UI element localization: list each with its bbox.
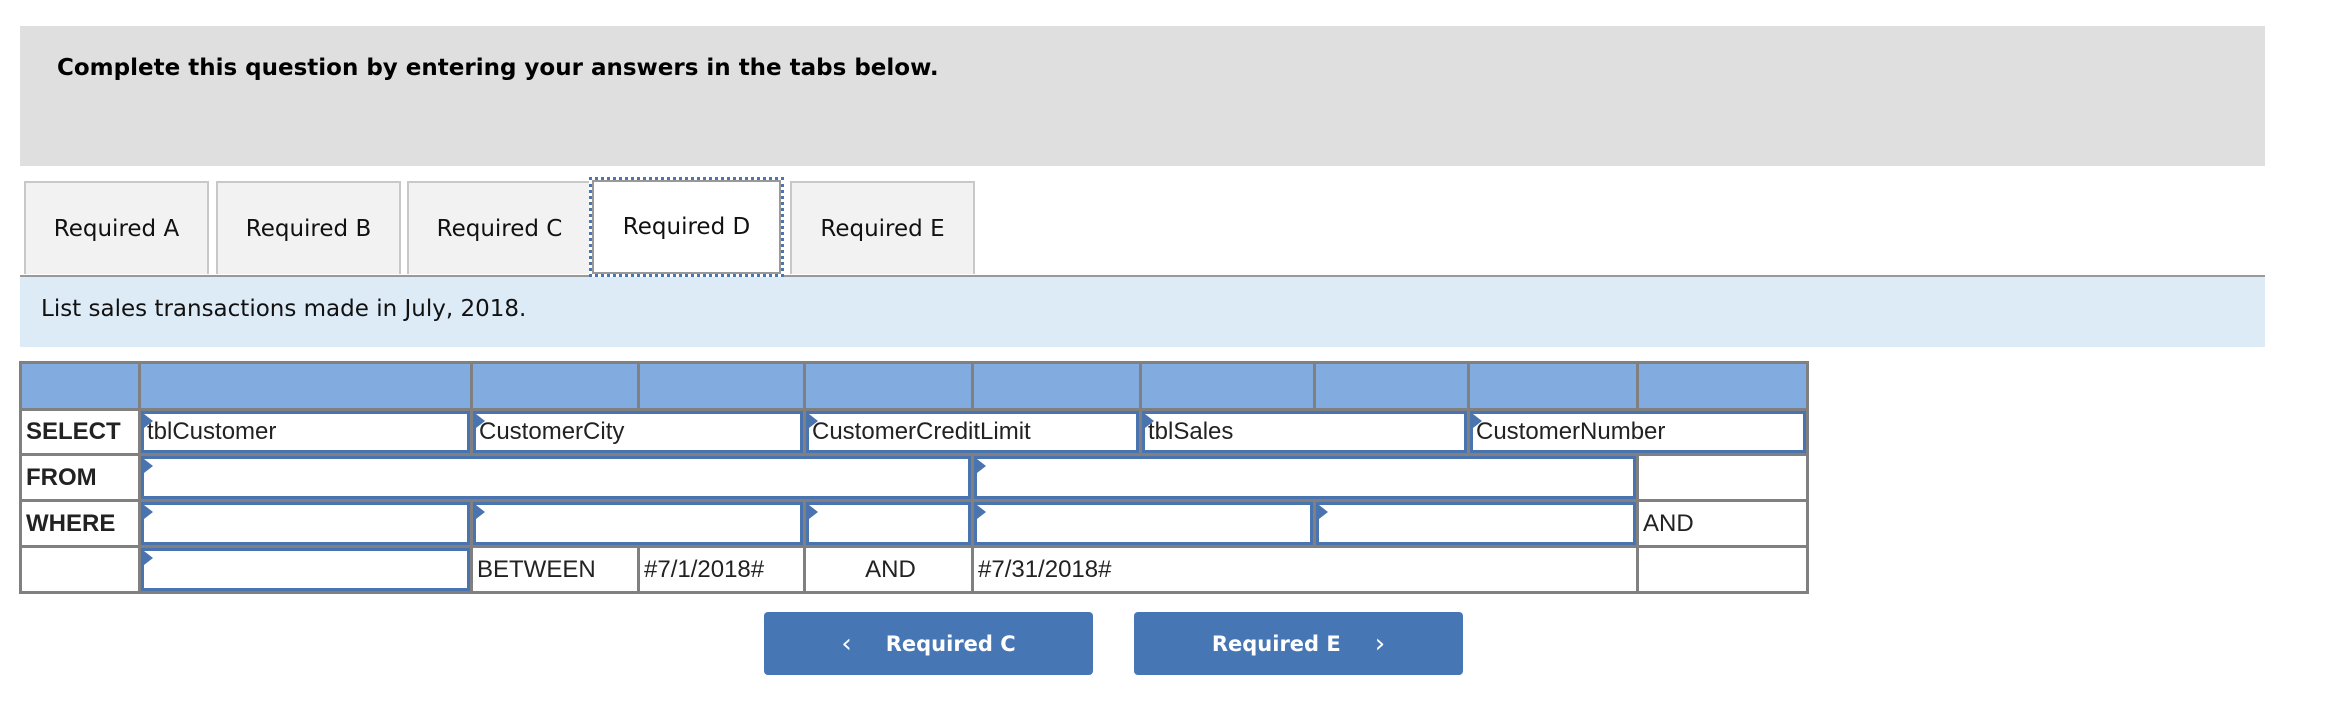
dropdown-marker-icon — [476, 505, 485, 519]
header-cell — [1139, 361, 1316, 411]
select-cell: tblSales — [1139, 408, 1470, 456]
where-row: WHERE AND — [19, 499, 1809, 548]
header-row — [19, 361, 1809, 411]
header-cell — [138, 361, 473, 411]
select-cell: tblCustomer — [138, 408, 473, 456]
dropdown-marker-icon — [809, 414, 818, 428]
tab-required-a[interactable]: Required A — [24, 181, 209, 274]
sql-query-table: SELECT tblCustomer CustomerCity Customer… — [19, 361, 1809, 594]
header-cell — [1467, 361, 1639, 411]
tab-required-c[interactable]: Required C — [407, 181, 592, 274]
dropdown-marker-icon — [144, 414, 153, 428]
prev-button-label: Required C — [885, 631, 1016, 656]
start-date: #7/1/2018# — [637, 545, 806, 594]
empty-cell — [1636, 545, 1809, 594]
dropdown-marker-icon — [977, 505, 986, 519]
where-cell — [470, 499, 806, 548]
dropdown-marker-icon — [144, 551, 153, 565]
instructions-title: Complete this question by entering your … — [57, 55, 939, 81]
between-cell — [138, 545, 473, 594]
prev-required-c-button[interactable]: ‹ Required C — [764, 612, 1093, 675]
header-cell — [1636, 361, 1809, 411]
select-input-5[interactable]: CustomerNumber — [1470, 411, 1806, 453]
select-input-2[interactable]: CustomerCity — [473, 411, 803, 453]
select-row: SELECT tblCustomer CustomerCity Customer… — [19, 408, 1809, 456]
next-button-label: Required E — [1211, 631, 1341, 656]
where-cell — [138, 499, 473, 548]
next-required-e-button[interactable]: Required E › — [1134, 612, 1463, 675]
tab-bar: Required A Required B Required C Require… — [20, 177, 2265, 277]
chevron-right-icon: › — [1374, 628, 1386, 659]
where-input-5[interactable] — [1316, 502, 1636, 545]
header-cell — [19, 361, 141, 411]
header-cell — [470, 361, 640, 411]
from-cell — [971, 453, 1639, 502]
select-input-4[interactable]: tblSales — [1142, 411, 1467, 453]
where-keyword: WHERE — [19, 499, 141, 548]
select-input-3[interactable]: CustomerCreditLimit — [806, 411, 1139, 453]
where-cell — [1313, 499, 1639, 548]
select-cell: CustomerNumber — [1467, 408, 1809, 456]
tab-required-b[interactable]: Required B — [216, 181, 401, 274]
from-row: FROM — [19, 453, 1809, 502]
between-row: BETWEEN #7/1/2018# AND #7/31/2018# — [19, 545, 1809, 594]
select-input-1[interactable]: tblCustomer — [141, 411, 470, 453]
where-input-3[interactable] — [806, 502, 971, 545]
select-cell: CustomerCreditLimit — [803, 408, 1142, 456]
question-prompt: List sales transactions made in July, 20… — [20, 277, 2265, 347]
header-cell — [637, 361, 806, 411]
select-cell: CustomerCity — [470, 408, 806, 456]
header-cell — [803, 361, 974, 411]
dropdown-marker-icon — [1145, 414, 1154, 428]
between-field-input[interactable] — [141, 548, 470, 591]
where-cell — [971, 499, 1316, 548]
from-keyword: FROM — [19, 453, 141, 502]
chevron-left-icon: ‹ — [841, 628, 852, 659]
header-cell — [1313, 361, 1470, 411]
instructions-banner: Complete this question by entering your … — [20, 26, 2265, 166]
dropdown-marker-icon — [1473, 414, 1482, 428]
where-input-4[interactable] — [974, 502, 1313, 545]
where-cell — [803, 499, 974, 548]
tab-required-e[interactable]: Required E — [790, 181, 975, 274]
between-keyword: BETWEEN — [470, 545, 640, 594]
from-input-1[interactable] — [141, 456, 971, 499]
dropdown-marker-icon — [977, 459, 986, 473]
dropdown-marker-icon — [144, 459, 153, 473]
end-date: #7/31/2018# — [971, 545, 1639, 594]
from-input-2[interactable] — [974, 456, 1636, 499]
select-keyword: SELECT — [19, 408, 141, 456]
dropdown-marker-icon — [144, 505, 153, 519]
dropdown-marker-icon — [476, 414, 485, 428]
empty-cell — [1636, 453, 1809, 502]
where-input-1[interactable] — [141, 502, 470, 545]
dropdown-marker-icon — [1319, 505, 1328, 519]
header-cell — [971, 361, 1142, 411]
where-input-2[interactable] — [473, 502, 803, 545]
prompt-text: List sales transactions made in July, 20… — [41, 296, 527, 322]
where-and-label: AND — [1636, 499, 1809, 548]
and-keyword: AND — [803, 545, 974, 594]
dropdown-marker-icon — [809, 505, 818, 519]
empty-cell — [19, 545, 141, 594]
tab-required-d[interactable]: Required D — [589, 177, 784, 277]
from-cell — [138, 453, 974, 502]
